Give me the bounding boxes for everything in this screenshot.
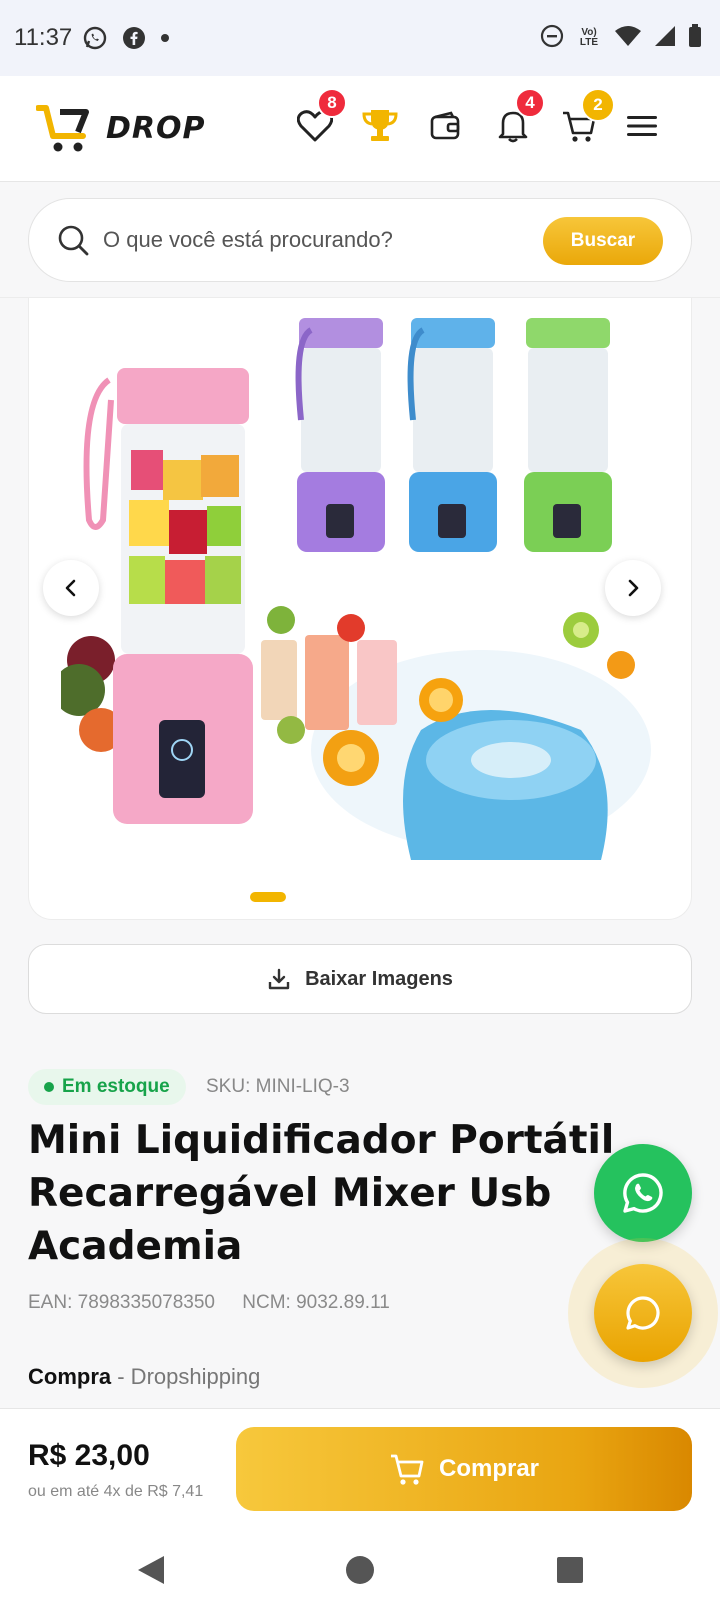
wishlist-button[interactable]: 8 <box>293 88 347 148</box>
menu-button[interactable] <box>620 104 664 148</box>
product-sku: SKU: MINI-LIQ-3 <box>206 1076 350 1097</box>
volte-icon: Vo) LTE <box>579 27 599 48</box>
chevron-right-icon <box>628 579 639 597</box>
purchase-type: Compra - Dropshipping <box>28 1364 260 1390</box>
wallet-button[interactable] <box>423 104 467 148</box>
product-price: R$ 23,00 <box>28 1439 150 1472</box>
download-icon <box>268 968 290 990</box>
product-image[interactable] <box>61 310 661 870</box>
product-ncm: NCM: 9032.89.11 <box>242 1292 390 1313</box>
purchase-type-value: - Dropshipping <box>111 1364 261 1389</box>
cart-icon <box>390 1454 424 1485</box>
chat-support-button[interactable] <box>594 1264 692 1362</box>
logo-text: DROP <box>106 110 206 146</box>
search-button[interactable]: Buscar <box>543 217 663 265</box>
system-navigation-bar <box>0 1528 720 1612</box>
rewards-button[interactable] <box>358 104 402 148</box>
installments-text: ou em até 4x de R$ 7,41 <box>28 1483 204 1500</box>
buy-button-label: Comprar <box>438 1455 540 1482</box>
status-bar: 11:37 Vo) LTE <box>0 0 720 76</box>
hamburger-menu-icon <box>627 116 657 136</box>
whatsapp-icon <box>623 1173 663 1213</box>
stock-label: Em estoque <box>62 1076 170 1097</box>
home-icon[interactable] <box>345 1554 375 1586</box>
download-images-button[interactable]: Baixar Imagens <box>28 944 692 1014</box>
notifications-button[interactable]: 4 <box>491 88 545 148</box>
do-not-disturb-icon <box>540 24 564 53</box>
search-section: Buscar <box>0 182 720 298</box>
wallet-icon <box>430 111 460 140</box>
whatsapp-button[interactable] <box>594 1144 692 1242</box>
download-images-label: Baixar Imagens <box>305 967 453 990</box>
cart-button[interactable]: 2 <box>557 88 615 148</box>
product-title: Mini Liquidificador Portátil Recarregáve… <box>28 1118 615 1269</box>
wifi-icon <box>614 25 642 52</box>
app-header: DROP 8 4 2 <box>0 76 720 182</box>
trophy-icon <box>362 110 398 141</box>
buy-button[interactable]: Comprar <box>236 1427 692 1511</box>
search-input[interactable] <box>103 227 523 253</box>
cart-logo-icon <box>36 105 89 152</box>
facebook-notification-icon <box>122 26 146 50</box>
product-ean: EAN: 7898335078350 <box>28 1292 215 1313</box>
signal-icon <box>654 25 676 52</box>
recents-icon[interactable] <box>556 1554 584 1586</box>
status-time: 11:37 <box>14 24 73 51</box>
cart-badge: 2 <box>581 88 615 122</box>
logo[interactable]: DROP <box>36 102 206 154</box>
wishlist-badge: 8 <box>317 88 347 118</box>
gallery-next-button[interactable] <box>605 560 661 616</box>
chat-bubble-icon <box>626 1296 660 1330</box>
gallery-prev-button[interactable] <box>43 560 99 616</box>
gallery-indicator-active[interactable] <box>250 892 286 902</box>
notifications-badge: 4 <box>515 88 545 118</box>
buy-bar: R$ 23,00 ou em até 4x de R$ 7,41 Comprar <box>0 1408 720 1528</box>
search-bar: Buscar <box>28 198 692 282</box>
stock-dot-icon <box>44 1082 54 1092</box>
product-gallery <box>28 298 692 920</box>
product-codes: EAN: 7898335078350 NCM: 9032.89.11 <box>28 1292 412 1314</box>
back-icon[interactable] <box>136 1554 166 1586</box>
chevron-left-icon <box>65 579 76 597</box>
whatsapp-notification-icon <box>82 25 108 51</box>
search-icon <box>58 225 89 256</box>
purchase-type-label: Compra <box>28 1364 112 1389</box>
battery-icon <box>688 23 702 53</box>
stock-badge: Em estoque <box>28 1069 186 1105</box>
more-notifications-dot-icon <box>160 33 170 43</box>
